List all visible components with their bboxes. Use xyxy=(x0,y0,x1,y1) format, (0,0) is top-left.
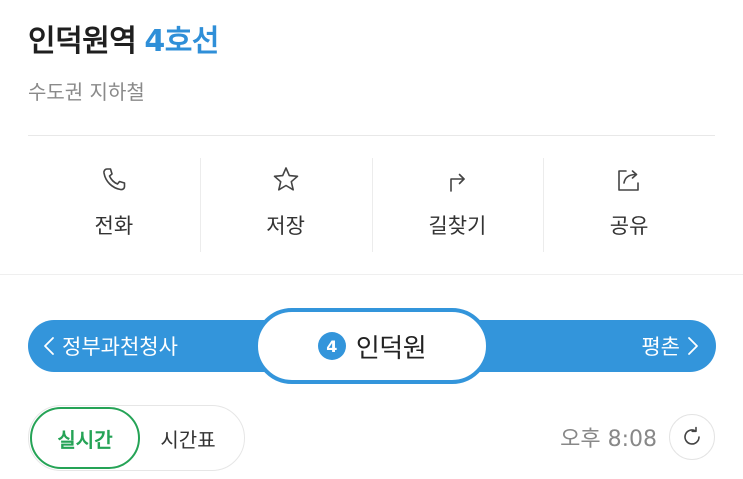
share-button[interactable]: 공유 xyxy=(543,158,715,252)
save-label: 저장 xyxy=(266,214,305,238)
save-button[interactable]: 저장 xyxy=(199,158,372,252)
star-icon xyxy=(273,167,298,191)
next-station-button[interactable]: 평촌 xyxy=(641,320,700,372)
call-button[interactable]: 전화 xyxy=(28,158,200,252)
realtime-tab[interactable]: 실시간 xyxy=(30,407,140,469)
phone-icon xyxy=(103,168,126,191)
prev-station-name: 정부과천청사 xyxy=(62,335,178,359)
current-time: 오후 8:08 xyxy=(560,427,657,452)
next-station-name: 평촌 xyxy=(641,335,680,359)
refresh-button[interactable] xyxy=(669,414,715,460)
section-divider xyxy=(0,274,743,275)
refresh-icon xyxy=(684,426,700,445)
directions-icon xyxy=(450,173,466,192)
directions-button[interactable]: 길찾기 xyxy=(371,158,544,252)
action-bar: 전화 저장 길찾기 공유 xyxy=(28,158,715,252)
divider xyxy=(28,135,715,136)
update-time-area: 오후 8:08 xyxy=(560,413,715,461)
share-icon xyxy=(618,170,639,191)
line-number-badge: 4 xyxy=(317,332,346,360)
line-name: 4호선 xyxy=(144,24,219,59)
current-station-name: 인덕원 xyxy=(355,333,427,364)
station-name: 인덕원역 xyxy=(28,24,137,59)
prev-station-button[interactable]: 정부과천청사 xyxy=(42,320,178,372)
page-title: 인덕원역 4호선 xyxy=(28,20,718,64)
share-label: 공유 xyxy=(609,214,649,238)
schedule-mode-toggle: 실시간 시간표 xyxy=(28,405,245,471)
station-header: 인덕원역 4호선 수도권 지하철 xyxy=(28,20,718,106)
chevron-left-icon xyxy=(44,337,54,355)
call-label: 전화 xyxy=(94,214,134,238)
current-station-pill: 4 인덕원 xyxy=(254,308,490,384)
chevron-right-icon xyxy=(688,337,698,355)
station-category: 수도권 지하철 xyxy=(28,80,145,104)
directions-label: 길찾기 xyxy=(428,214,487,238)
timetable-tab[interactable]: 시간표 xyxy=(140,424,244,453)
